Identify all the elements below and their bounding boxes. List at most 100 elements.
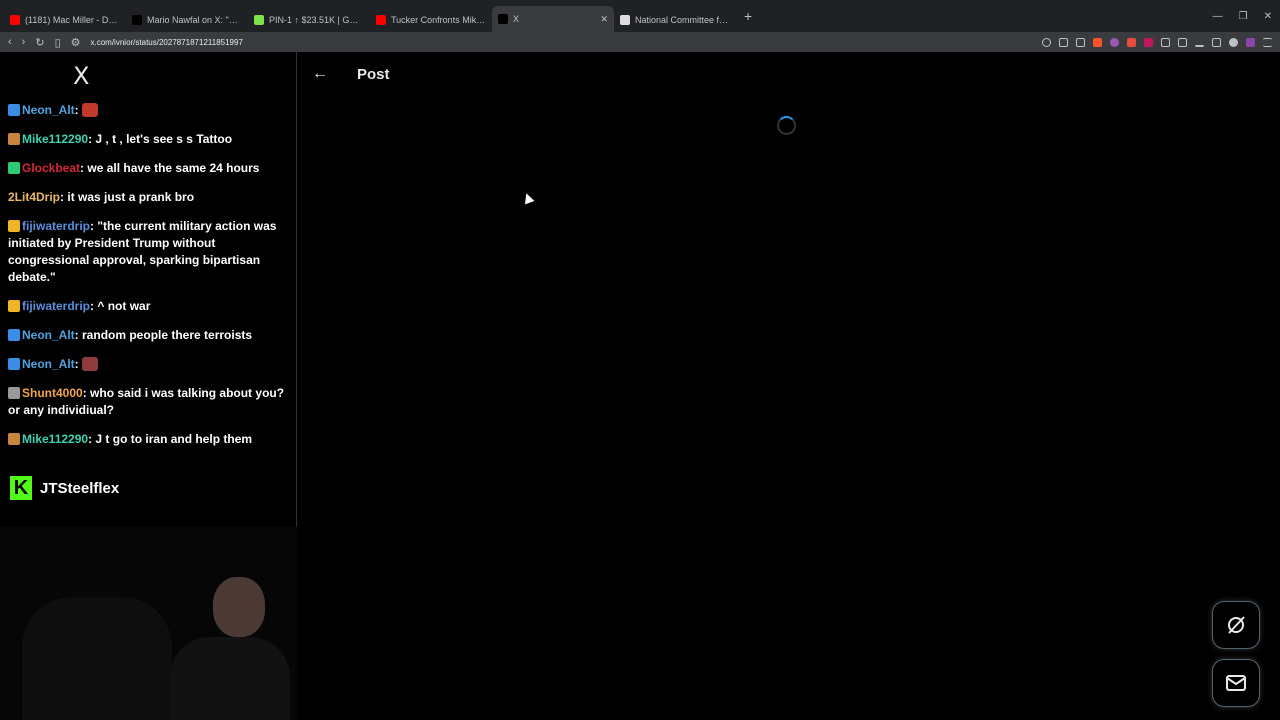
tab-title: PIN-1 ↑ $23.51K | GMGN.AI Fast Trad	[269, 15, 364, 25]
restore-icon[interactable]: ❐	[1239, 11, 1248, 22]
chat-emote-icon	[82, 103, 99, 117]
chat-username[interactable]: Mike112290	[22, 132, 88, 146]
chat-separator: :	[74, 357, 83, 371]
tab-title: Mario Nawfal on X: "🚨 Iranians pe	[147, 14, 242, 25]
tab-title: National Committee for the Adminis	[635, 15, 730, 25]
chat-separator: :	[74, 103, 83, 117]
new-tab-button[interactable]: +	[736, 8, 760, 24]
user-badge-icon	[8, 358, 20, 370]
browser-tab[interactable]: (1181) Mac Miller - Donald Trump -	[4, 8, 126, 32]
chat-message: Neon_Alt:	[8, 356, 290, 373]
tab-close-icon[interactable]: ✕	[600, 14, 608, 25]
browser-tab[interactable]: PIN-1 ↑ $23.51K | GMGN.AI Fast Trad	[248, 8, 370, 32]
chat-username[interactable]: fijiwaterdrip	[22, 299, 90, 313]
chat-text: J , t , let's see s s Tattoo	[95, 132, 233, 146]
grok-button[interactable]	[1212, 601, 1260, 649]
user-badge-icon	[8, 433, 20, 445]
chat-emote-icon	[82, 357, 99, 371]
chat-text: J t go to iran and help them	[95, 432, 253, 446]
tab-favicon-icon	[10, 15, 20, 25]
zoom-icon[interactable]	[1042, 37, 1051, 47]
chat-message: Neon_Alt:	[8, 102, 290, 119]
chat-text: it was just a prank bro	[67, 190, 195, 204]
chat-message: Mike112290: J t go to iran and help them	[8, 431, 290, 448]
chat-text: random people there terroists	[82, 328, 253, 342]
chat-message: Mike112290: J , t , let's see s s Tattoo	[8, 131, 290, 148]
chair-shape	[22, 597, 172, 720]
chat-text: ^ not war	[97, 299, 151, 313]
user-badge-icon	[8, 220, 20, 232]
chat-message: fijiwaterdrip: "the current military act…	[8, 218, 290, 286]
chat-username[interactable]: Shunt4000	[22, 386, 83, 400]
grok-icon	[1228, 616, 1245, 634]
back-arrow-icon[interactable]: ←	[312, 65, 328, 83]
person-head-shape	[213, 577, 265, 637]
tab-title: (1181) Mac Miller - Donald Trump -	[25, 15, 120, 25]
mail-icon	[1226, 675, 1246, 691]
wallet-icon[interactable]	[1246, 37, 1255, 47]
user-badge-icon	[8, 300, 20, 312]
user-badge-icon	[8, 133, 20, 145]
pen-extension-icon[interactable]	[1127, 37, 1136, 47]
kick-logo-icon: K	[10, 476, 32, 500]
reload-icon[interactable]: ↻	[35, 36, 44, 49]
brave-shield-icon[interactable]	[1093, 37, 1102, 47]
user-badge-icon	[8, 329, 20, 341]
chat-username[interactable]: Neon_Alt	[22, 357, 75, 371]
extensions-area	[1042, 37, 1272, 47]
chat-message: fijiwaterdrip: ^ not war	[8, 298, 290, 315]
user-badge-icon	[8, 387, 20, 399]
chat-message: Glockbeat: we all have the same 24 hours	[8, 160, 290, 177]
menu-icon[interactable]	[1263, 37, 1272, 47]
chat-username[interactable]: Neon_Alt	[22, 328, 75, 342]
page-title: Post	[357, 66, 390, 83]
chat-separator: :	[82, 386, 91, 400]
browser-tab[interactable]: Mario Nawfal on X: "🚨 Iranians pe	[126, 8, 248, 32]
chat-list: Neon_Alt: Mike112290: J , t , let's see …	[8, 102, 290, 460]
post-view: ← Post	[298, 52, 1280, 720]
stream-chat-panel: X Neon_Alt: Mike112290: J , t , let's se…	[0, 52, 297, 527]
browser-tab-bar: (1181) Mac Miller - Donald Trump - Mario …	[0, 0, 1280, 32]
tab-favicon-icon	[620, 15, 630, 25]
cast-icon[interactable]	[1059, 37, 1068, 47]
library-icon[interactable]	[1212, 37, 1221, 47]
back-nav-icon[interactable]: ‹	[8, 36, 12, 48]
messages-button[interactable]	[1212, 659, 1260, 707]
x-logo-icon[interactable]: X	[73, 62, 89, 90]
x-extension-icon[interactable]	[1144, 37, 1153, 47]
tab-title: Tucker Confronts Mike Huckabee on	[391, 15, 486, 25]
minimize-icon[interactable]: —	[1213, 11, 1223, 22]
tab-title: X	[513, 14, 520, 24]
share-icon[interactable]	[1076, 37, 1085, 47]
browser-tab[interactable]: X ✕	[492, 6, 614, 32]
puzzle-icon[interactable]	[1161, 37, 1170, 47]
address-bar: ‹ › ↻ ▯ ⚙ x.com/ivnior/status/2027871871…	[0, 32, 1280, 52]
streamer-brand: K JTSteelflex	[10, 476, 119, 500]
chat-username[interactable]: Mike112290	[22, 432, 88, 446]
sidebar-icon[interactable]	[1178, 37, 1187, 47]
browser-tab[interactable]: National Committee for the Adminis	[614, 8, 736, 32]
chat-username[interactable]: Glockbeat	[22, 161, 80, 175]
user-badge-icon	[8, 162, 20, 174]
download-icon[interactable]	[1195, 38, 1204, 47]
tab-favicon-icon	[132, 15, 142, 25]
forward-nav-icon[interactable]: ›	[22, 36, 26, 48]
site-info-icon[interactable]: ⚙	[71, 36, 81, 49]
chat-username[interactable]: 2Lit4Drip	[8, 190, 60, 204]
chat-username[interactable]: Neon_Alt	[22, 103, 75, 117]
user-badge-icon	[8, 104, 20, 116]
extension-icon[interactable]	[1110, 37, 1119, 47]
chat-username[interactable]: fijiwaterdrip	[22, 219, 90, 233]
loading-spinner-icon	[777, 116, 796, 135]
bookmark-icon[interactable]: ▯	[55, 36, 61, 49]
person-body-shape	[170, 637, 290, 720]
chat-message: 2Lit4Drip: it was just a prank bro	[8, 189, 290, 206]
streamer-name: JTSteelflex	[40, 479, 120, 497]
profile-icon[interactable]	[1229, 37, 1238, 47]
tab-favicon-icon	[376, 15, 386, 25]
close-window-icon[interactable]: ✕	[1264, 11, 1272, 22]
chat-message: Neon_Alt: random people there terroists	[8, 327, 290, 344]
browser-tab[interactable]: Tucker Confronts Mike Huckabee on	[370, 8, 492, 32]
tab-favicon-icon	[498, 14, 508, 24]
url-field[interactable]: x.com/ivnior/status/2027871871211851997	[91, 38, 1033, 47]
